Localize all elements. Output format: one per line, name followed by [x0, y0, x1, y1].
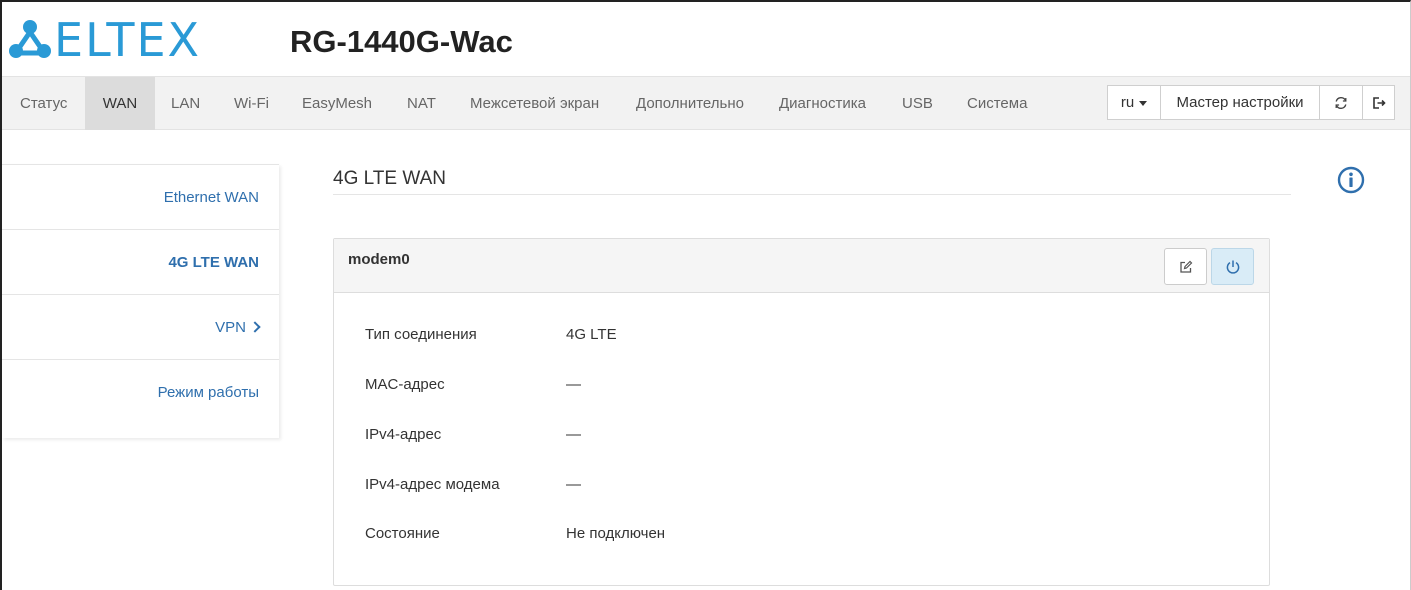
modem-ipv4-address-value: — — [566, 476, 581, 493]
sidebar-item-operation-mode[interactable]: Режим работы — [2, 360, 279, 425]
sidebar-item-label: 4G LTE WAN — [168, 254, 259, 271]
nav-item-usb[interactable]: USB — [902, 77, 933, 130]
setup-wizard-button[interactable]: Мастер настройки — [1160, 85, 1320, 120]
setup-wizard-label: Мастер настройки — [1176, 94, 1304, 111]
device-model: RG-1440G-Wac — [290, 24, 513, 59]
mac-address-label: MAC-адрес — [365, 376, 445, 393]
mac-address-value: — — [566, 376, 581, 393]
modem-panel: modem0 Тип соединения 4G LTE MAC-адрес —… — [333, 238, 1270, 586]
info-icon[interactable] — [1337, 166, 1365, 194]
power-icon — [1226, 260, 1239, 274]
nav-item-status[interactable]: Статус — [20, 77, 67, 130]
sidebar-item-4g-lte-wan[interactable]: 4G LTE WAN — [2, 230, 279, 295]
caret-down-icon — [1139, 101, 1148, 106]
language-value: ru — [1120, 94, 1135, 111]
language-dropdown[interactable]: ru — [1107, 85, 1161, 120]
nav-item-diagnostics[interactable]: Диагностика — [779, 77, 866, 130]
edit-button[interactable] — [1164, 248, 1207, 285]
page-title: 4G LTE WAN — [333, 168, 446, 189]
nav-item-firewall[interactable]: Межсетевой экран — [470, 77, 599, 130]
state-label: Состояние — [365, 525, 440, 542]
eltex-logo[interactable]: ELTEX — [8, 16, 201, 64]
nav-item-lan[interactable]: LAN — [171, 77, 200, 130]
connection-type-label: Тип соединения — [365, 326, 477, 343]
nav-item-nat[interactable]: NAT — [407, 77, 436, 130]
wan-sidebar: Ethernet WAN 4G LTE WAN VPN Режим работы — [2, 164, 279, 438]
title-divider — [333, 194, 1291, 195]
nav-item-advanced[interactable]: Дополнительно — [636, 77, 744, 130]
modem-name: modem0 — [348, 251, 410, 268]
ipv4-address-value: — — [566, 426, 581, 443]
main-nav: Статус WAN LAN Wi-Fi EasyMesh NAT Межсет… — [2, 76, 1410, 130]
edit-icon — [1179, 260, 1192, 273]
power-button[interactable] — [1211, 248, 1254, 285]
connection-type-value: 4G LTE — [566, 326, 617, 343]
sidebar-item-label: Ethernet WAN — [163, 189, 259, 206]
ipv4-address-label: IPv4-адрес — [365, 426, 442, 443]
sidebar-item-vpn[interactable]: VPN — [2, 295, 279, 360]
brand-name: ELTEX — [54, 13, 202, 67]
sidebar-item-label: Режим работы — [157, 384, 259, 401]
nav-item-system[interactable]: Система — [967, 77, 1027, 130]
header: ELTEX RG-1440G-Wac — [2, 2, 1410, 76]
modem-ipv4-address-label: IPv4-адрес модема — [365, 476, 500, 493]
nav-item-easymesh[interactable]: EasyMesh — [302, 77, 372, 130]
logout-button[interactable] — [1362, 85, 1395, 120]
refresh-button[interactable] — [1319, 85, 1363, 120]
nav-toolbar: ru Мастер настройки — [1107, 85, 1395, 120]
logout-icon — [1372, 96, 1386, 109]
nav-item-wifi[interactable]: Wi-Fi — [234, 77, 269, 130]
nav-item-wan[interactable]: WAN — [85, 77, 155, 130]
eltex-logo-icon — [9, 20, 51, 58]
refresh-icon — [1335, 96, 1347, 109]
sidebar-item-label: VPN — [215, 319, 246, 336]
chevron-right-icon — [249, 321, 261, 333]
modem-panel-header: modem0 — [334, 239, 1269, 293]
state-value: Не подключен — [566, 525, 666, 542]
sidebar-item-ethernet-wan[interactable]: Ethernet WAN — [2, 165, 279, 230]
